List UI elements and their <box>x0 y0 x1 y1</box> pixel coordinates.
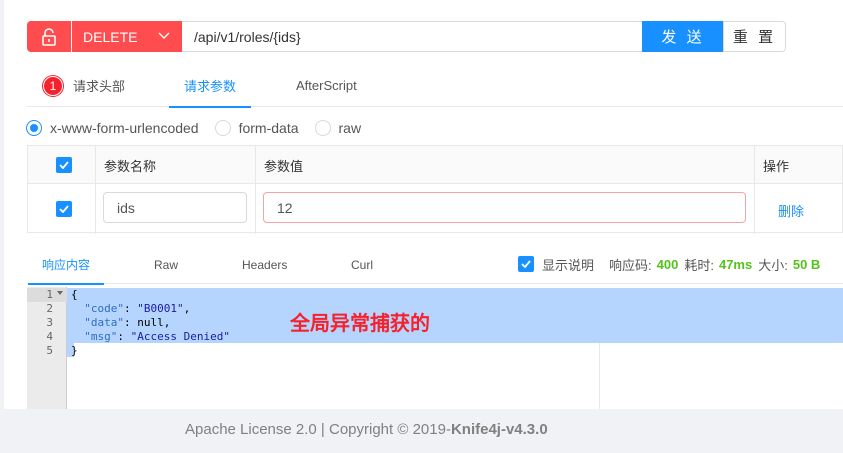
size-value: 50 B <box>792 256 821 272</box>
column-divider <box>95 146 96 234</box>
footer-brand: Knife4j-v4.3.0 <box>450 421 548 438</box>
select-all-checkbox[interactable] <box>56 146 72 184</box>
column-divider <box>754 146 755 234</box>
elapsed-value: 47ms <box>718 256 753 272</box>
footer-text: Apache License 2.0 | Copyright © 2019-Kn… <box>185 421 548 438</box>
response-meta: 显示说明 响应码: 400 耗时: 47ms 大小: 50 B <box>518 254 826 274</box>
delete-param-link[interactable]: 删除 <box>778 201 804 220</box>
radio-label: raw <box>338 120 362 136</box>
response-code-editor[interactable]: 1 2 3 4 5 { "code": "B0001", "data": nul… <box>27 287 843 409</box>
check-icon <box>59 205 69 213</box>
radio-dot <box>26 120 42 136</box>
url-value: /api/v1/roles/{ids} <box>194 28 301 45</box>
tab-request-headers[interactable]: 1 请求头部 <box>43 64 125 107</box>
check-icon <box>59 161 69 169</box>
tab-label: 响应内容 <box>42 258 91 272</box>
size-label: 大小: <box>758 257 788 273</box>
tab-label: 请求头部 <box>73 79 126 94</box>
active-tab-indicator <box>28 283 105 285</box>
show-description-checkbox[interactable] <box>518 256 534 272</box>
radio-urlencoded[interactable]: x-www-form-urlencoded <box>26 120 199 136</box>
radio-form-data[interactable]: form-data <box>214 120 299 136</box>
send-button[interactable]: 发 送 <box>642 21 724 52</box>
code-line: "data": null, <box>84 316 171 329</box>
tab-request-params[interactable]: 请求参数 <box>169 64 252 108</box>
print-margin <box>599 343 600 409</box>
method-label: DELETE <box>83 28 138 45</box>
param-value-input[interactable]: 12 <box>263 192 746 223</box>
fold-arrow-icon[interactable] <box>56 289 64 297</box>
tab-headers[interactable]: Headers <box>242 245 287 284</box>
tab-label: AfterScript <box>296 78 357 93</box>
param-name-input[interactable]: ids <box>103 192 247 223</box>
status-code-value: 400 <box>656 256 679 272</box>
radio-label: form-data <box>238 120 299 136</box>
tab-label: Headers <box>242 257 288 272</box>
reset-button[interactable]: 重 置 <box>723 21 786 52</box>
column-divider <box>255 146 256 234</box>
tab-label: Raw <box>154 257 179 272</box>
radio-dot <box>214 120 231 136</box>
unlock-icon <box>42 27 56 46</box>
column-header-name: 参数名称 <box>104 158 157 174</box>
line-number: 3 <box>46 316 53 329</box>
chevron-down-icon <box>158 32 170 39</box>
tab-label: Curl <box>351 257 374 272</box>
line-number: 2 <box>46 302 53 315</box>
radio-dot <box>314 120 331 136</box>
elapsed-label: 耗时: <box>684 257 714 273</box>
line-gutter: 1 2 3 4 5 <box>27 287 67 409</box>
lock-button[interactable] <box>27 21 71 52</box>
code-line: } <box>71 344 78 357</box>
headers-count-badge: 1 <box>43 75 63 96</box>
tab-response-content[interactable]: 响应内容 <box>28 245 105 285</box>
line-number: 4 <box>46 330 53 343</box>
method-select[interactable]: DELETE <box>72 21 182 52</box>
content-type-radio-group: x-www-form-urlencoded form-data raw <box>26 118 377 138</box>
column-header-value: 参数值 <box>264 158 304 174</box>
status-code-label: 响应码: <box>609 257 652 273</box>
show-description-label: 显示说明 <box>542 257 595 273</box>
params-table: 参数名称 参数值 操作 ids 12 删除 <box>27 145 843 234</box>
request-tabs: 1 请求头部 请求参数 AfterScript <box>27 64 843 108</box>
url-input[interactable]: /api/v1/roles/{ids} <box>182 21 643 52</box>
radio-label: x-www-form-urlencoded <box>50 120 199 136</box>
code-line: "msg": "Access Denied" <box>84 330 230 343</box>
tab-curl[interactable]: Curl <box>351 245 373 284</box>
tab-raw[interactable]: Raw <box>154 245 178 284</box>
left-strip <box>0 0 4 453</box>
code-line: { <box>71 288 78 301</box>
line-number: 5 <box>46 344 53 357</box>
radio-raw[interactable]: raw <box>314 120 362 136</box>
check-icon <box>521 260 531 268</box>
row-checkbox[interactable] <box>56 190 72 228</box>
annotation-note: 全局异常捕获的 <box>290 311 430 335</box>
code-line: "code": "B0001", <box>84 302 191 315</box>
tab-afterscript[interactable]: AfterScript <box>296 64 357 107</box>
tab-label: 请求参数 <box>184 79 237 94</box>
active-tab-indicator <box>169 106 252 108</box>
column-header-action: 操作 <box>763 158 790 174</box>
